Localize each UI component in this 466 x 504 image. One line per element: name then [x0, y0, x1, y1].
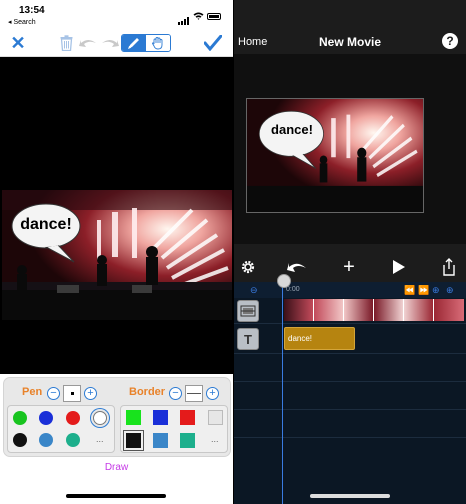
- ruler-time-label: 0:00: [286, 286, 300, 293]
- editor-controls: +: [234, 252, 466, 282]
- concert-video-preview: [247, 99, 423, 212]
- draw-mode-label[interactable]: Draw: [0, 462, 233, 473]
- fast-forward-icon[interactable]: ⏩: [418, 285, 429, 296]
- border-color-sky-blue[interactable]: [153, 433, 168, 448]
- draw-mode-toggle: [121, 34, 171, 52]
- playhead[interactable]: [282, 282, 283, 504]
- share-icon[interactable]: [440, 258, 458, 276]
- empty-track: [234, 382, 466, 410]
- border-label: Border: [129, 386, 166, 398]
- nav-bar: Home New Movie ?: [234, 30, 466, 54]
- zoom-in-alt-icon[interactable]: ⊕: [446, 285, 454, 296]
- text-clip-label: dance!: [288, 334, 313, 343]
- edit-toolbar: ✕: [0, 30, 233, 57]
- zoom-out-icon[interactable]: ⊖: [250, 285, 258, 296]
- border-color-light-gray[interactable]: [208, 410, 223, 425]
- pen-color-sky-blue[interactable]: [39, 433, 53, 447]
- empty-track: [234, 354, 466, 382]
- help-icon[interactable]: ?: [442, 33, 458, 49]
- speech-bubble-text: dance!: [20, 216, 72, 233]
- pen-icon[interactable]: [122, 35, 146, 51]
- preview-bubble-text: dance!: [271, 122, 313, 137]
- pen-color-white[interactable]: [93, 411, 107, 425]
- video-thumbnail: [404, 299, 434, 321]
- add-icon[interactable]: +: [340, 256, 358, 278]
- video-thumbnail: [284, 299, 314, 321]
- close-icon[interactable]: ✕: [8, 33, 28, 53]
- video-thumbnail: [314, 299, 344, 321]
- wifi-icon: [193, 7, 204, 25]
- pen-color-teal[interactable]: [66, 433, 80, 447]
- play-icon[interactable]: [390, 258, 408, 276]
- border-color-teal[interactable]: [180, 433, 195, 448]
- preview-area: dance!: [234, 54, 466, 244]
- border-size-indicator: [185, 385, 203, 402]
- concert-video-frame: [2, 190, 232, 320]
- battery-icon: [207, 12, 221, 20]
- palette-box: Pen − + Border − + ... ...: [3, 377, 231, 457]
- timeline-ruler: ⊖ 0:00 ⏪ ⏩ ⊕ ⊕: [234, 282, 466, 298]
- border-color-swatches: ...: [120, 405, 228, 453]
- trash-icon[interactable]: [58, 33, 74, 53]
- text-track-icon[interactable]: T: [237, 328, 259, 350]
- zoom-in-icon[interactable]: ⊕: [432, 285, 440, 296]
- border-size-increase-button[interactable]: +: [206, 387, 219, 400]
- border-color-green[interactable]: [126, 410, 141, 425]
- text-clip[interactable]: dance!: [284, 327, 355, 350]
- pen-label: Pen: [22, 386, 43, 398]
- signal-icon: [178, 7, 190, 25]
- pen-size-increase-button[interactable]: +: [84, 387, 97, 400]
- video-track-icon[interactable]: [237, 300, 259, 322]
- home-indicator: [66, 494, 166, 498]
- video-frame-canvas[interactable]: dance!: [2, 190, 232, 320]
- checkmark-icon[interactable]: [203, 33, 223, 53]
- playhead-handle[interactable]: [277, 274, 291, 288]
- drawing-editor-screen: 13:54 ◂ Search ✕ dance! Pen − + Border −…: [0, 0, 233, 504]
- hand-icon[interactable]: [146, 35, 170, 51]
- pen-color-blue[interactable]: [39, 411, 53, 425]
- border-color-red[interactable]: [180, 410, 195, 425]
- status-icons: [178, 7, 221, 25]
- pen-color-black[interactable]: [13, 433, 27, 447]
- border-size-decrease-button[interactable]: −: [169, 387, 182, 400]
- pen-color-swatches: ...: [7, 405, 115, 453]
- settings-gear-icon[interactable]: [239, 258, 257, 276]
- draw-palette-panel: Pen − + Border − + ... ... Draw: [0, 374, 233, 504]
- back-to-search-link[interactable]: ◂ Search: [8, 18, 36, 26]
- pen-color-green[interactable]: [13, 411, 27, 425]
- pen-more-colors-button[interactable]: ...: [96, 434, 104, 444]
- video-thumbnail: [434, 299, 464, 321]
- status-time: 13:54: [19, 5, 45, 16]
- undo-icon[interactable]: [78, 33, 98, 53]
- pen-size-indicator: [63, 385, 81, 402]
- pen-size-decrease-button[interactable]: −: [47, 387, 60, 400]
- border-color-blue[interactable]: [153, 410, 168, 425]
- pen-color-red[interactable]: [66, 411, 80, 425]
- page-title: New Movie: [318, 35, 381, 49]
- home-indicator: [310, 494, 390, 498]
- undo-icon[interactable]: [286, 258, 308, 276]
- redo-icon[interactable]: [100, 33, 120, 53]
- empty-track: [234, 410, 466, 438]
- video-thumbnail: [344, 299, 374, 321]
- status-bar: 13:54 ◂ Search: [0, 0, 233, 30]
- video-clip-strip[interactable]: [284, 299, 466, 321]
- border-color-black[interactable]: [126, 433, 141, 448]
- video-thumbnail: [374, 299, 404, 321]
- timeline[interactable]: ⊖ 0:00 ⏪ ⏩ ⊕ ⊕ T dance!: [234, 274, 466, 504]
- border-more-colors-button[interactable]: ...: [211, 434, 219, 444]
- rewind-icon[interactable]: ⏪: [404, 285, 415, 296]
- movie-editor-screen: Home New Movie ? dance! + ⊖ 0:00 ⏪ ⏩ ⊕ ⊕…: [234, 0, 466, 504]
- movie-preview[interactable]: dance!: [246, 98, 424, 213]
